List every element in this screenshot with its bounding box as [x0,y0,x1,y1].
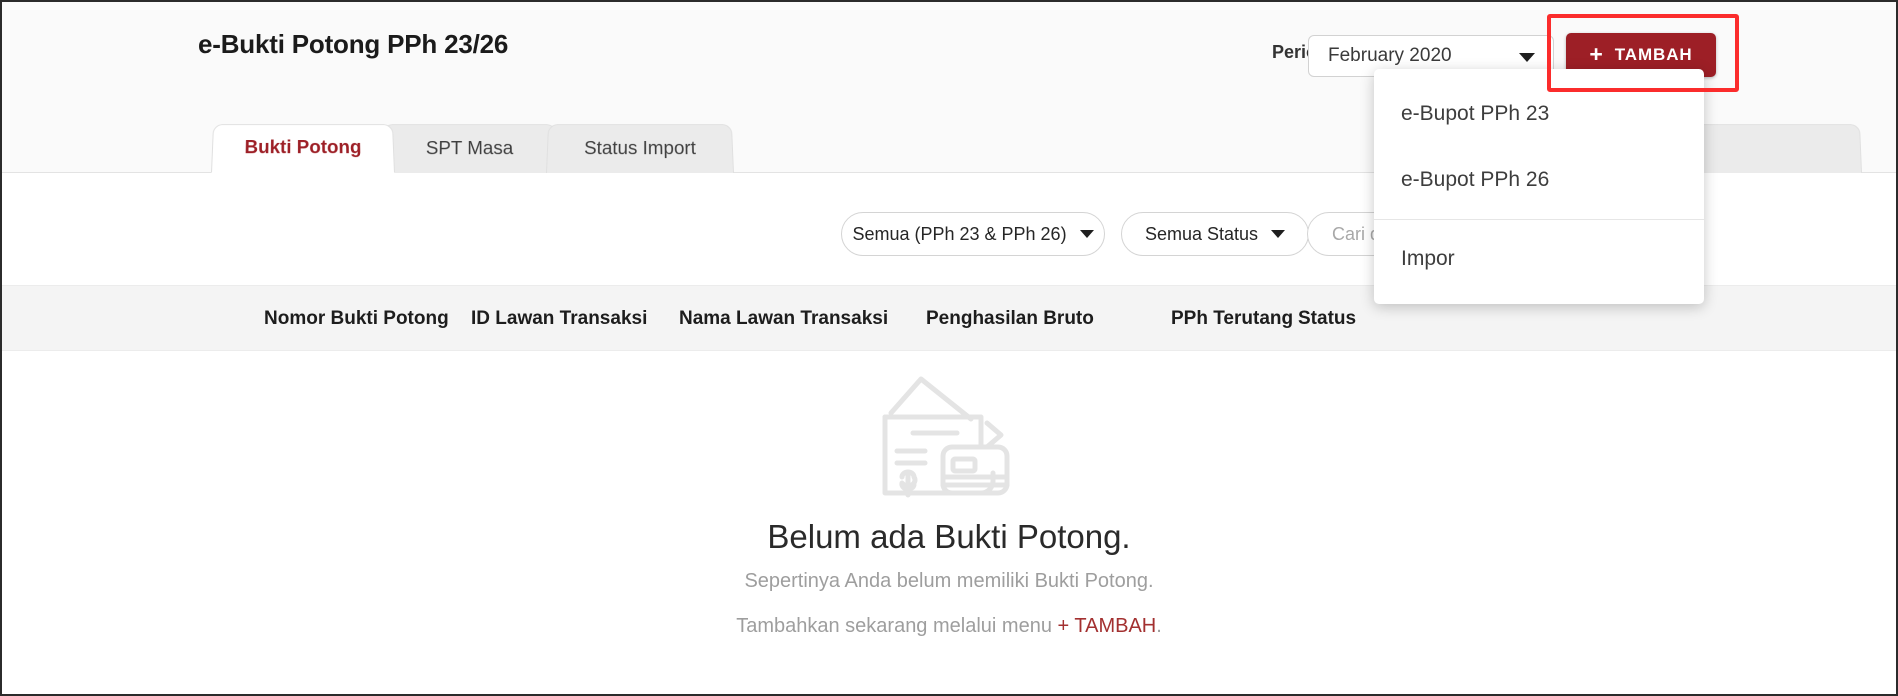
plus-icon: + [1589,40,1604,67]
tab-bukti-potong[interactable]: Bukti Potong [211,124,395,173]
column-header-pph-terutang: PPh Terutang [1171,308,1294,329]
tab-label: Status Import [583,138,697,159]
column-header-nama-lawan-transaksi: Nama Lawan Transaksi [679,308,889,329]
tab-spt-masa[interactable]: SPT Masa [381,124,558,173]
filter-status-select[interactable]: Semua Status [1121,212,1309,256]
column-header-status: Status [1298,308,1357,329]
empty-state-subtitle: Sepertinya Anda belum memiliki Bukti Pot… [744,570,1154,592]
filter-status-label: Semua Status [1144,223,1259,244]
empty-state: Belum ada Bukti Potong. Sepertinya Anda … [2,351,1896,691]
dropdown-item-ebupot-pph-23[interactable]: e-Bupot PPh 23 [1374,81,1704,147]
dropdown-item-label: e-Bupot PPh 23 [1401,102,1550,125]
app-window: e-Bukti Potong PPh 23/26 Periode Februar… [0,0,1898,696]
empty-state-cta-link[interactable]: + TAMBAH [1058,615,1157,637]
chevron-down-icon [1271,230,1286,238]
column-header-nomor-bukti-potong: Nomor Bukti Potong [264,308,449,329]
column-header-penghasilan-bruto: Penghasilan Bruto [926,308,1094,329]
dropdown-item-label: Impor [1401,247,1455,270]
dropdown-item-label: e-Bupot PPh 26 [1401,168,1550,191]
page-title: e-Bukti Potong PPh 23/26 [198,29,509,59]
tab-strip-decoration [1682,124,1862,173]
filter-jenis-label: Semua (PPh 23 & PPh 26) [852,223,1067,244]
empty-state-title: Belum ada Bukti Potong. [767,518,1131,555]
empty-state-cta-suffix: . [1156,615,1162,637]
empty-state-cta-prefix: Tambahkan sekarang melalui menu [736,615,1058,637]
column-header-id-lawan-transaksi: ID Lawan Transaksi [471,308,648,329]
chevron-down-icon [1519,53,1535,62]
tab-status-import[interactable]: Status Import [546,124,734,173]
filter-jenis-select[interactable]: Semua (PPh 23 & PPh 26) [841,212,1105,256]
tab-label: SPT Masa [425,138,514,159]
add-button-label: TAMBAH [1614,45,1693,64]
wallet-card-icon [869,369,1029,506]
dropdown-item-ebupot-pph-26[interactable]: e-Bupot PPh 26 [1374,147,1704,213]
add-dropdown-menu: e-Bupot PPh 23 e-Bupot PPh 26 Impor [1374,69,1704,304]
dropdown-divider [1374,219,1704,220]
periode-value: February 2020 [1328,45,1452,66]
chevron-down-icon [1079,230,1094,238]
empty-state-cta: Tambahkan sekarang melalui menu + TAMBAH… [736,615,1162,638]
tab-label: Bukti Potong [244,137,362,159]
dropdown-item-impor[interactable]: Impor [1374,226,1704,292]
